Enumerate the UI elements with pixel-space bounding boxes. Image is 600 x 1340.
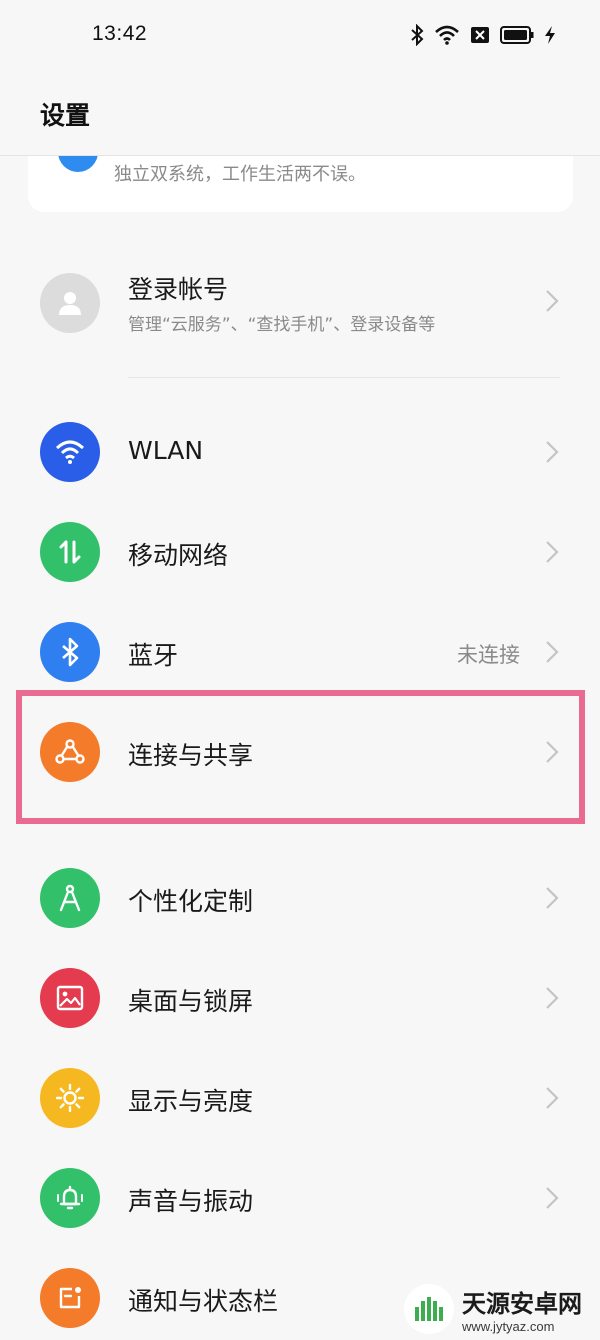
dual-system-card[interactable]: 独立双系统，工作生活两不误。 bbox=[28, 156, 573, 212]
battery-icon bbox=[500, 26, 534, 44]
chevron-right-icon bbox=[546, 1187, 559, 1209]
bluetooth-icon bbox=[40, 622, 100, 682]
account-row[interactable]: 登录帐号 管理“云服务”、“查找手机”、登录设备等 bbox=[0, 260, 600, 346]
chevron-right-icon bbox=[546, 987, 559, 1009]
settings-item-label: 显示与亮度 bbox=[128, 1087, 254, 1116]
settings-item-mobile-network[interactable]: 移动网络 bbox=[0, 512, 600, 592]
sun-icon bbox=[40, 1068, 100, 1128]
settings-item-label: 移动网络 bbox=[128, 541, 229, 570]
header: 设置 bbox=[0, 70, 600, 156]
image-icon bbox=[40, 968, 100, 1028]
avatar-icon bbox=[40, 273, 100, 333]
chevron-right-icon bbox=[546, 641, 559, 663]
settings-item-label: 个性化定制 bbox=[128, 887, 254, 916]
highlight-box bbox=[16, 690, 585, 824]
divider bbox=[128, 377, 560, 378]
watermark-title: 天源安卓网 bbox=[462, 1290, 582, 1318]
settings-item-bluetooth[interactable]: 蓝牙 未连接 bbox=[0, 612, 600, 692]
sim-error-icon bbox=[471, 27, 489, 43]
settings-item-home-lock-screen[interactable]: 桌面与锁屏 bbox=[0, 958, 600, 1038]
chevron-right-icon bbox=[546, 290, 559, 312]
watermark-logo-icon bbox=[404, 1284, 454, 1334]
chevron-right-icon bbox=[546, 441, 559, 463]
settings-item-label: 蓝牙 bbox=[128, 641, 179, 670]
bluetooth-status: 未连接 bbox=[457, 643, 520, 667]
settings-item-wlan[interactable]: WLAN bbox=[0, 412, 600, 492]
status-icons bbox=[410, 23, 556, 47]
page-title: 设置 bbox=[40, 101, 91, 130]
account-label: 登录帐号 bbox=[128, 275, 229, 304]
settings-item-personalization[interactable]: 个性化定制 bbox=[0, 858, 600, 938]
wifi-icon bbox=[40, 422, 100, 482]
settings-item-label: 桌面与锁屏 bbox=[128, 987, 254, 1016]
settings-item-sound-vibration[interactable]: 声音与振动 bbox=[0, 1158, 600, 1238]
chevron-right-icon bbox=[546, 541, 559, 563]
account-subtitle: 管理“云服务”、“查找手机”、登录设备等 bbox=[128, 315, 436, 335]
bell-icon bbox=[40, 1168, 100, 1228]
watermark: 天源安卓网 www.jytyaz.com bbox=[404, 1278, 600, 1340]
watermark-url: www.jytyaz.com bbox=[462, 1319, 555, 1334]
mobile-data-icon bbox=[40, 522, 100, 582]
status-time: 13:42 bbox=[92, 22, 148, 45]
dual-system-icon bbox=[58, 156, 98, 172]
chevron-right-icon bbox=[546, 887, 559, 909]
status-bar: 13:42 bbox=[0, 0, 600, 70]
settings-item-label: WLAN bbox=[128, 436, 204, 465]
chevron-right-icon bbox=[546, 1087, 559, 1109]
charging-icon bbox=[545, 26, 555, 44]
notification-icon bbox=[40, 1268, 100, 1328]
settings-item-label: 通知与状态栏 bbox=[128, 1287, 279, 1316]
compass-icon bbox=[40, 868, 100, 928]
wifi-icon bbox=[435, 25, 459, 45]
settings-item-display-brightness[interactable]: 显示与亮度 bbox=[0, 1058, 600, 1138]
bluetooth-icon bbox=[411, 24, 424, 46]
dual-system-description: 独立双系统，工作生活两不误。 bbox=[114, 164, 366, 185]
settings-item-label: 声音与振动 bbox=[128, 1187, 254, 1216]
